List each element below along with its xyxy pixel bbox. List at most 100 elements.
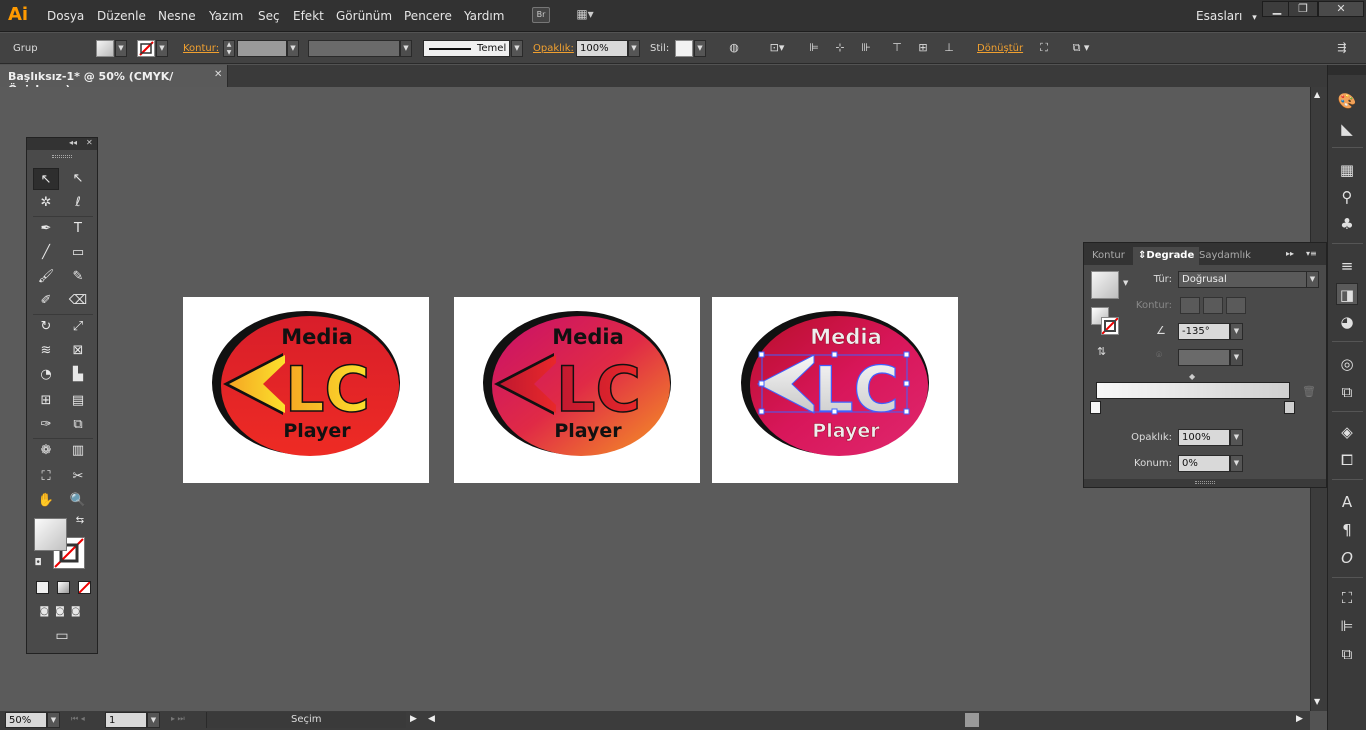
appearance-icon[interactable]: ◎ xyxy=(1336,353,1358,375)
variable-width-field[interactable] xyxy=(308,40,400,57)
eraser-tool-icon[interactable]: ⌫ xyxy=(65,290,91,312)
direct-selection-tool-icon[interactable]: ↖ xyxy=(65,168,91,190)
align-horizontal-center-icon[interactable]: ⊹ xyxy=(832,41,848,55)
fill-dropdown[interactable]: ▼ xyxy=(115,40,127,57)
panel-menu-icon[interactable]: ▾≡ xyxy=(1306,249,1317,258)
zoom-field[interactable]: 50% xyxy=(5,712,47,728)
stroke-label[interactable]: Kontur: xyxy=(183,43,219,54)
gradient-swatch-dropdown[interactable]: ▼ xyxy=(1123,279,1128,287)
mesh-tool-icon[interactable]: ⊞ xyxy=(33,390,59,412)
close-button[interactable]: ✕ xyxy=(1318,1,1364,17)
color-panel-icon[interactable]: ◣ xyxy=(1336,118,1358,140)
panel-collapse-icon[interactable]: ▸▸ xyxy=(1286,249,1294,258)
paragraph-icon[interactable]: ¶ xyxy=(1336,519,1358,541)
panel-resize-bar[interactable] xyxy=(1084,479,1326,487)
gradient-preview-swatch[interactable] xyxy=(1091,271,1119,299)
gradient-stop-right[interactable] xyxy=(1284,401,1295,414)
screen-mode-icon[interactable]: ▭ xyxy=(49,625,75,647)
reverse-gradient-icon[interactable]: ⇅ xyxy=(1097,345,1106,358)
opacity-dropdown[interactable]: ▼ xyxy=(628,40,640,57)
brushes-icon[interactable]: ⚲ xyxy=(1336,186,1358,208)
stroke-panel-icon[interactable]: ≡ xyxy=(1336,255,1358,277)
angle-field[interactable]: -135° xyxy=(1178,323,1230,340)
gradient-type-dropdown[interactable]: ▼ xyxy=(1306,271,1319,288)
align-to-icon[interactable]: ⊡▾ xyxy=(766,41,788,55)
document-tab[interactable]: Başlıksız-1* @ 50% (CMYK/Önizleme) ✕ xyxy=(0,65,228,96)
gradient-stop-left[interactable] xyxy=(1090,401,1101,414)
stop-opacity-field[interactable]: 100% xyxy=(1178,429,1230,446)
column-graph-tool-icon[interactable]: ▥ xyxy=(65,440,91,462)
isolate-group-icon[interactable]: ⛶ xyxy=(1036,41,1052,55)
swatches-icon[interactable]: ▦ xyxy=(1336,159,1358,181)
horizontal-scrollbar[interactable]: ◀ ▶ xyxy=(424,711,1310,730)
recolor-artwork-icon[interactable]: ◍ xyxy=(726,41,742,55)
hand-tool-icon[interactable]: ✋ xyxy=(33,490,59,512)
tools-panel-header[interactable]: ◂◂ ✕ xyxy=(27,138,97,150)
gradient-tool-icon[interactable]: ▤ xyxy=(65,390,91,412)
drag-grip[interactable] xyxy=(52,155,72,158)
rectangle-tool-icon[interactable]: ▭ xyxy=(65,242,91,264)
stroke-weight-field[interactable] xyxy=(237,40,287,57)
delete-stop-icon[interactable]: 🗑 xyxy=(1302,385,1316,398)
menu-help[interactable]: Yardım xyxy=(464,9,504,23)
tab-transparency[interactable]: Saydamlık xyxy=(1194,247,1256,265)
stop-location-dropdown[interactable]: ▼ xyxy=(1230,455,1243,472)
stop-location-field[interactable]: 0% xyxy=(1178,455,1230,472)
menu-file[interactable]: Dosya xyxy=(47,9,84,23)
stop-opacity-dropdown[interactable]: ▼ xyxy=(1230,429,1243,446)
rotate-tool-icon[interactable]: ↻ xyxy=(33,316,59,338)
transform-label[interactable]: Dönüştür xyxy=(977,43,1023,54)
brush-dropdown[interactable]: ▼ xyxy=(511,40,523,57)
align-right-icon[interactable]: ⊪ xyxy=(858,41,874,55)
transparency-icon[interactable]: ◕ xyxy=(1336,311,1358,333)
blend-tool-icon[interactable]: ⧉ xyxy=(65,414,91,436)
status-menu-icon[interactable]: ▶ xyxy=(410,714,417,724)
next-artboard-icon[interactable]: ▸ ⏭ xyxy=(171,714,185,724)
stroke-weight-stepper[interactable]: ▲ ▼ xyxy=(223,40,235,57)
color-guide-icon[interactable]: 🎨 xyxy=(1336,90,1358,112)
gradient-panel-icon[interactable]: ◨ xyxy=(1336,283,1358,305)
menu-edit[interactable]: Düzenle xyxy=(97,9,146,23)
menu-effect[interactable]: Efekt xyxy=(293,9,324,23)
none-mode-icon[interactable] xyxy=(78,581,91,594)
align-bottom-icon[interactable]: ⊥ xyxy=(941,41,957,55)
type-tool-icon[interactable]: T xyxy=(65,218,91,240)
opentype-icon[interactable]: O xyxy=(1336,547,1358,569)
slice-tool-icon[interactable]: ✂ xyxy=(65,466,91,488)
lasso-tool-icon[interactable]: ℓ xyxy=(65,192,91,214)
workspace-switcher[interactable]: Esasları ▾ xyxy=(1196,9,1257,23)
layers-icon[interactable]: ◈ xyxy=(1336,421,1358,443)
artboard-3[interactable]: Media Player LC xyxy=(712,297,958,483)
artboard-2[interactable]: Media Player LC xyxy=(454,297,700,483)
brush-definition-field[interactable]: Temel xyxy=(423,40,510,57)
artboards-icon[interactable]: ⧠ xyxy=(1336,449,1358,471)
close-icon[interactable]: ✕ xyxy=(86,138,93,147)
menu-window[interactable]: Pencere xyxy=(404,9,452,23)
drawing-modes-icon[interactable]: ◙◙◙ xyxy=(33,601,93,623)
variable-width-dropdown[interactable]: ▼ xyxy=(400,40,412,57)
character-icon[interactable]: A xyxy=(1336,491,1358,513)
line-tool-icon[interactable]: ╱ xyxy=(33,242,59,264)
artboard-tool-icon[interactable]: ⛶ xyxy=(33,466,59,488)
style-swatch[interactable] xyxy=(675,40,693,57)
panel-menu-icon[interactable]: ⇶ xyxy=(1334,41,1350,55)
pen-tool-icon[interactable]: ✒ xyxy=(33,218,59,240)
shape-builder-tool-icon[interactable]: ◔ xyxy=(33,364,59,386)
fill-swatch[interactable] xyxy=(96,40,114,57)
menu-object[interactable]: Nesne xyxy=(158,9,196,23)
scroll-thumb[interactable] xyxy=(965,713,979,727)
angle-dropdown[interactable]: ▼ xyxy=(1230,323,1243,340)
stroke-box[interactable] xyxy=(1101,317,1119,335)
width-tool-icon[interactable]: ≋ xyxy=(33,340,59,362)
paintbrush-tool-icon[interactable]: 🖌 xyxy=(33,266,59,288)
opacity-label[interactable]: Opaklık: xyxy=(533,43,574,54)
close-icon[interactable]: ✕ xyxy=(214,69,222,80)
scroll-left-icon[interactable]: ◀ xyxy=(428,714,435,724)
gradient-slider[interactable] xyxy=(1096,382,1290,399)
menu-type[interactable]: Yazım xyxy=(209,9,243,23)
style-dropdown[interactable]: ▼ xyxy=(694,40,706,57)
gradient-type-select[interactable]: Doğrusal xyxy=(1178,271,1308,288)
arrange-documents-button[interactable]: ▦▾ xyxy=(572,7,598,23)
opacity-field[interactable]: 100% xyxy=(576,40,628,57)
zoom-dropdown[interactable]: ▼ xyxy=(47,712,60,728)
